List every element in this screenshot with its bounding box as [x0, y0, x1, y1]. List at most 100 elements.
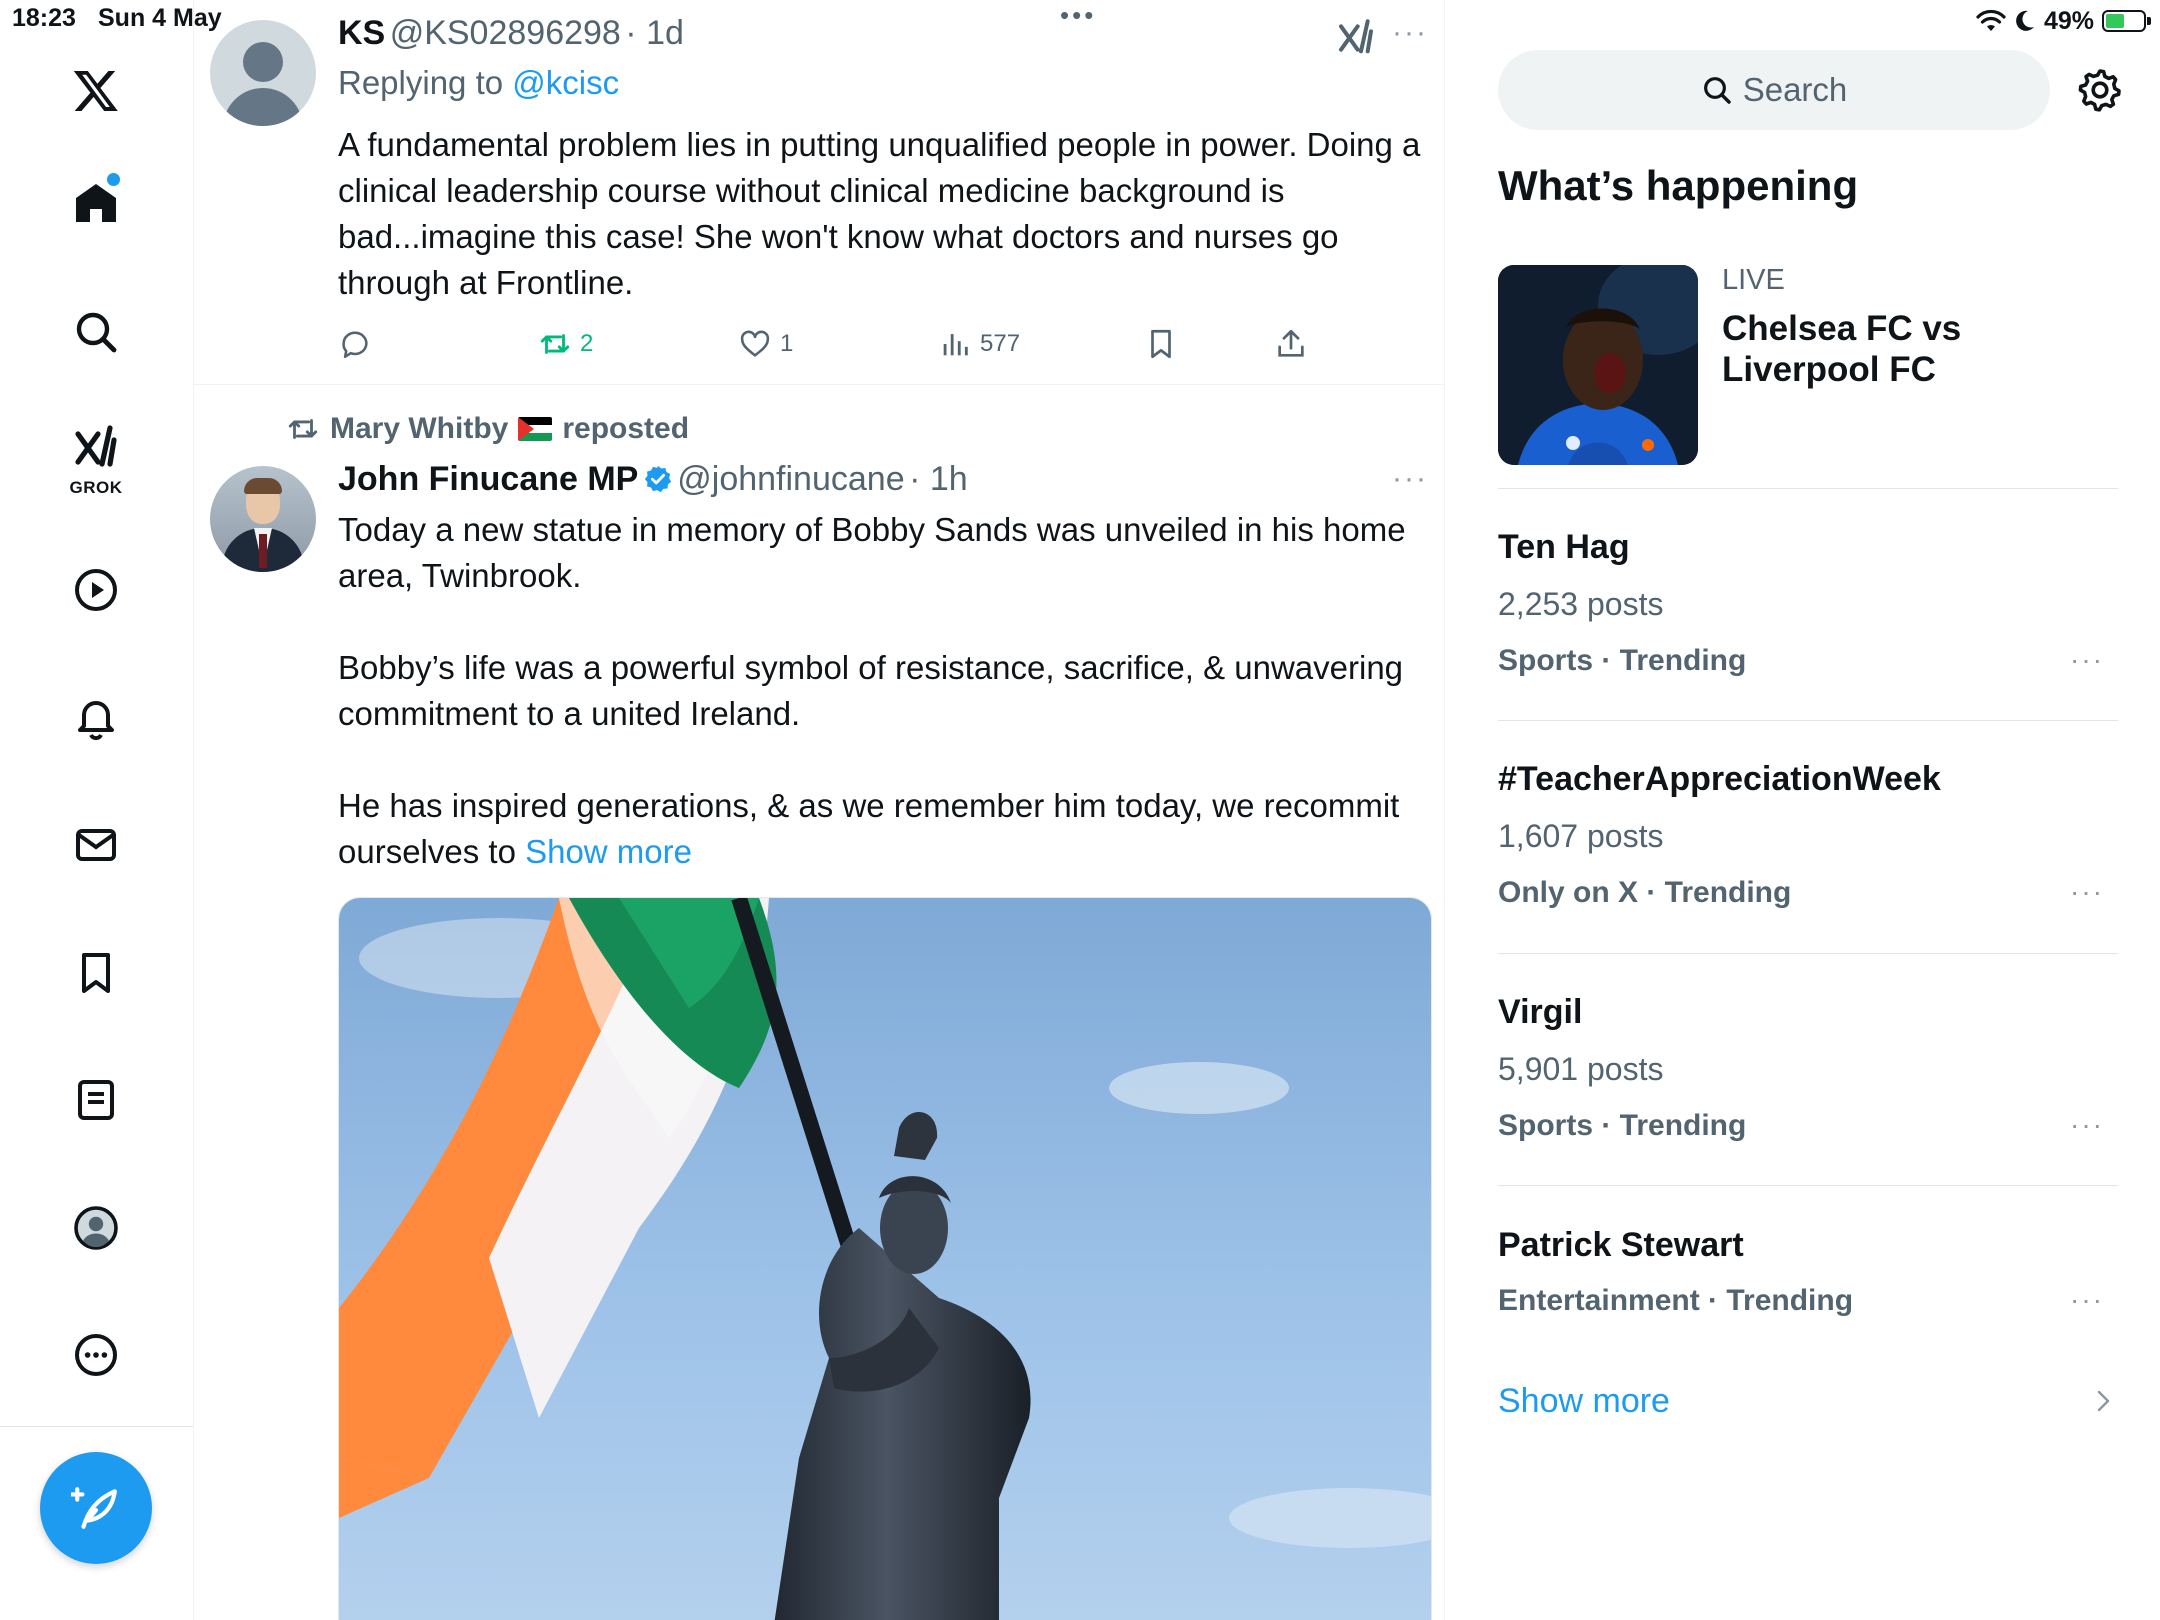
statue-photo — [339, 898, 1431, 1620]
search-icon — [1703, 77, 1731, 104]
bell-icon[interactable] — [56, 678, 136, 758]
chevron-right-icon[interactable] — [2094, 1386, 2114, 1416]
palestine-flag-icon — [518, 417, 553, 441]
trend-name[interactable]: Ten Hag — [1498, 528, 1630, 567]
profile-icon[interactable] — [56, 1188, 136, 1268]
home-icon[interactable] — [56, 163, 136, 243]
battery-percent: 49% — [2043, 6, 2094, 35]
bookmark-icon — [1151, 329, 1171, 359]
trend-category: Sports · Trending — [1498, 644, 1747, 677]
left-sidebar: GROK — [0, 0, 194, 1620]
like-count: 1 — [780, 330, 794, 357]
tweet-time[interactable]: · 1h — [909, 460, 968, 498]
replying-to-link[interactable]: @kcisc — [512, 64, 619, 101]
timeline: ••• KS @KS02896298 · 1d ··· Replying to … — [194, 0, 1445, 1620]
retweet-count: 2 — [580, 330, 594, 357]
tweet-more-button[interactable]: ··· — [1392, 16, 1428, 50]
tweet-divider — [194, 384, 1444, 385]
repost-indicator: Mary Whitby reposted — [286, 412, 689, 446]
trend-divider — [1498, 953, 2118, 954]
reposted-label: reposted — [562, 412, 690, 445]
trend-more-button[interactable]: ··· — [2070, 876, 2104, 908]
trend-name[interactable]: Virgil — [1498, 993, 1582, 1032]
trend-divider — [1498, 720, 2118, 721]
trend-posts: 5,901 posts — [1498, 1051, 1664, 1087]
like-button[interactable]: 1 — [738, 324, 793, 364]
trend-posts: 1,607 posts — [1498, 818, 1664, 854]
tweet-media-image[interactable] — [338, 897, 1432, 1620]
tweet-paragraph: Bobby’s life was a powerful symbol of re… — [338, 649, 1404, 732]
bookmark-icon[interactable] — [56, 933, 136, 1013]
search-icon[interactable] — [56, 292, 136, 372]
trend-posts: 2,253 posts — [1498, 586, 1664, 622]
search-placeholder: Search — [1742, 71, 1848, 108]
grok-label: GROK — [69, 478, 123, 497]
more-circle-icon[interactable] — [56, 1315, 136, 1395]
drag-handle-dots[interactable]: ••• — [1060, 0, 1096, 31]
reposter-name[interactable]: Mary Whitby — [330, 412, 508, 446]
list-icon[interactable] — [56, 1060, 136, 1140]
trend-divider — [1498, 488, 2118, 489]
trend-more-button[interactable]: ··· — [2070, 1284, 2104, 1316]
search-input[interactable]: Search — [1498, 50, 2050, 130]
verified-icon — [644, 465, 671, 493]
trend-more-button[interactable]: ··· — [2070, 1109, 2104, 1141]
tweet-text: A fundamental problem lies in putting un… — [338, 126, 1421, 301]
tweet-header: KS @KS02896298 · 1d — [338, 14, 684, 53]
trend-more-button[interactable]: ··· — [2070, 644, 2104, 676]
tweet-time[interactable]: · 1d — [625, 14, 684, 52]
bookmark-button[interactable] — [1144, 324, 1178, 364]
tweet-text: Today a new statue in memory of Bobby Sa… — [338, 507, 1428, 875]
moon-icon — [2016, 10, 2034, 31]
reply-icon — [342, 331, 368, 359]
mail-icon[interactable] — [56, 805, 136, 885]
news-title[interactable]: Chelsea FC vs Liverpool FC — [1722, 308, 2052, 390]
author-handle[interactable]: @KS02896298 — [390, 14, 621, 52]
tweet-paragraph-text: He has inspired generations, & as we rem… — [338, 787, 1400, 870]
retweet-icon — [288, 419, 318, 439]
author-name[interactable]: John Finucane MP — [338, 460, 638, 498]
section-title: What’s happening — [1498, 162, 1859, 209]
trend-category: Sports · Trending — [1498, 1109, 1747, 1142]
video-icon[interactable] — [56, 550, 136, 630]
battery-icon — [2102, 10, 2151, 32]
author-handle[interactable]: @johnfinucane — [677, 460, 904, 498]
notification-dot — [107, 173, 120, 186]
show-more-trends-link[interactable]: Show more — [1498, 1382, 1670, 1421]
trend-category: Only on X · Trending — [1498, 876, 1792, 909]
share-button[interactable] — [1274, 324, 1308, 364]
retweet-icon — [540, 334, 570, 354]
avatar[interactable] — [210, 466, 316, 572]
tweet-paragraph: He has inspired generations, & as we rem… — [338, 783, 1428, 875]
wifi-icon — [1976, 9, 2006, 31]
compose-icon — [71, 1487, 117, 1529]
show-more-link[interactable]: Show more — [525, 833, 692, 870]
views-button[interactable]: 577 — [938, 324, 1020, 364]
author-name[interactable]: KS — [338, 14, 385, 52]
share-icon — [1278, 329, 1304, 357]
tweet-paragraph: Today a new statue in memory of Bobby Sa… — [338, 511, 1406, 594]
x-logo-icon[interactable] — [56, 50, 136, 130]
trend-name[interactable]: Patrick Stewart — [1498, 1226, 1744, 1265]
news-thumbnail[interactable] — [1498, 265, 1698, 465]
tweet-more-button[interactable]: ··· — [1392, 462, 1428, 496]
replying-to: Replying to @kcisc — [338, 64, 619, 102]
avatar[interactable] — [210, 20, 316, 126]
like-icon — [740, 330, 770, 357]
replying-to-label: Replying to — [338, 64, 513, 101]
tweet-header: John Finucane MP @johnfinucane · 1h — [338, 460, 968, 499]
compose-button[interactable] — [40, 1452, 152, 1564]
trend-name[interactable]: #TeacherAppreciationWeek — [1498, 760, 1941, 799]
trend-divider — [1498, 1185, 2118, 1186]
sidebar-divider — [0, 1426, 193, 1427]
grok-icon[interactable] — [56, 418, 136, 478]
trend-category: Entertainment · Trending — [1498, 1284, 1854, 1317]
news-live-badge: LIVE — [1722, 264, 1785, 296]
views-count: 577 — [980, 330, 1021, 357]
retweet-button[interactable]: 2 — [538, 324, 593, 364]
grok-explain-icon[interactable] — [1336, 18, 1376, 58]
views-icon — [943, 334, 968, 356]
reply-button[interactable] — [338, 324, 372, 364]
settings-icon[interactable] — [2076, 66, 2124, 114]
status-indicators: 49% — [1976, 4, 2151, 38]
